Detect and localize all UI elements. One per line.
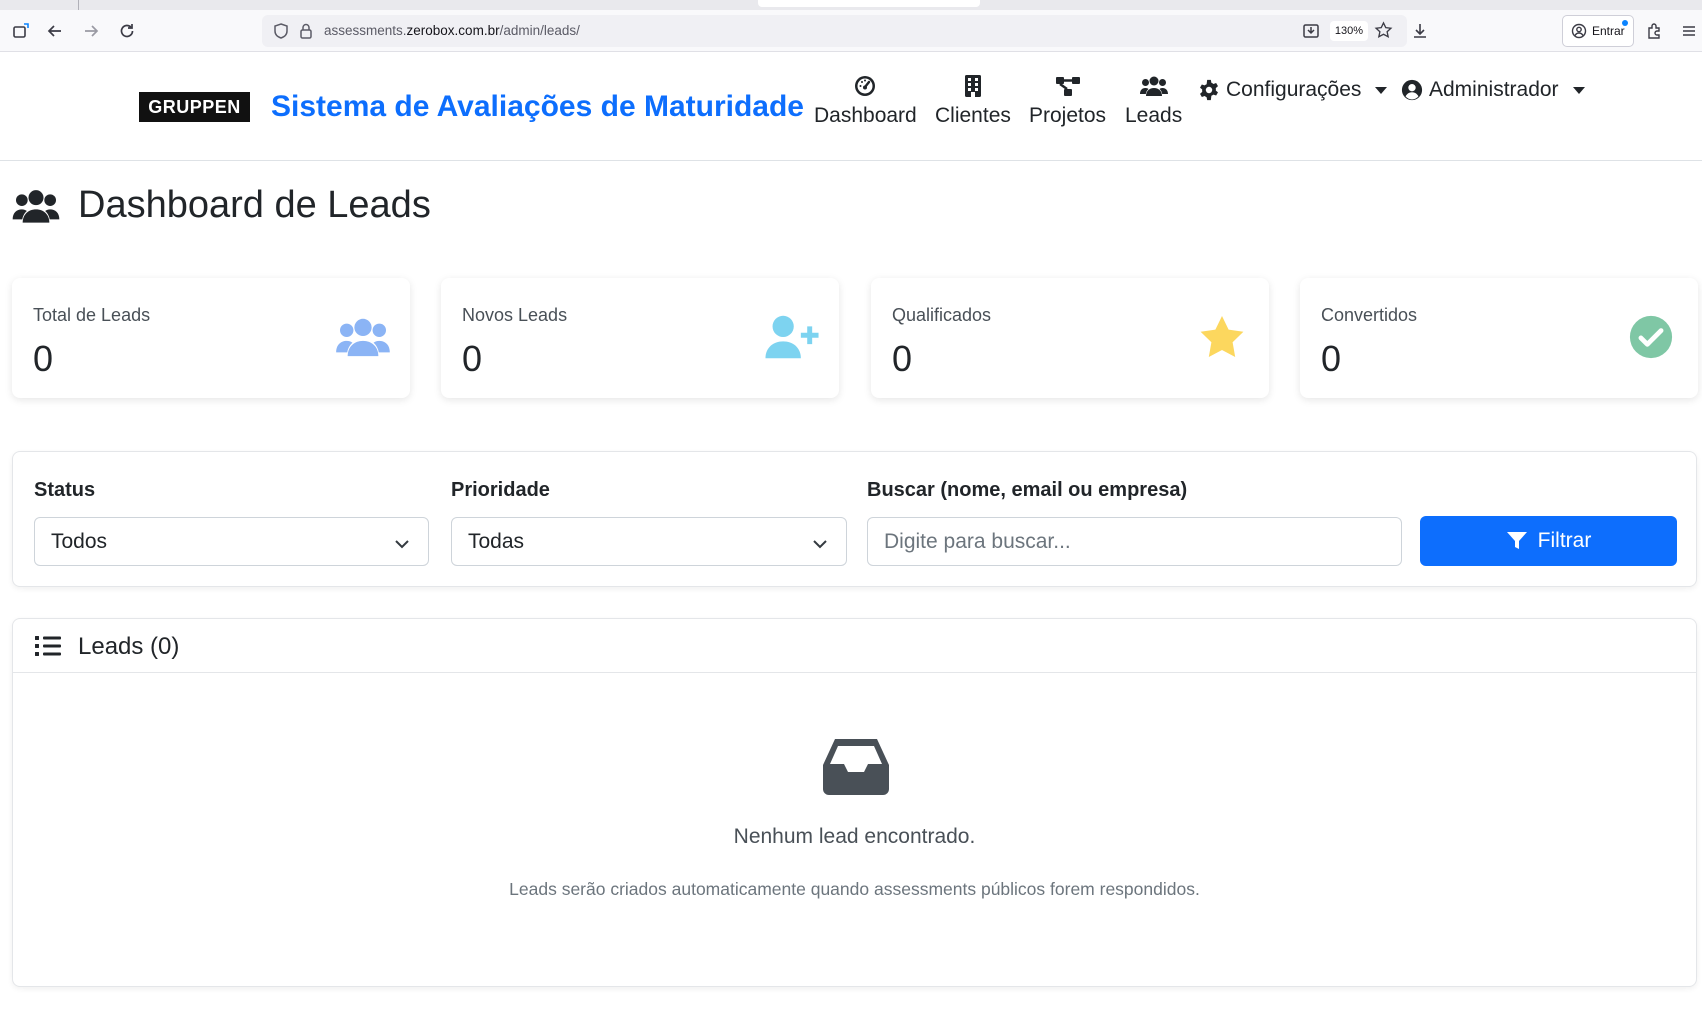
star-icon bbox=[1195, 312, 1249, 362]
inbox-icon bbox=[823, 737, 889, 800]
empty-state-title: Nenhum lead encontrado. bbox=[733, 825, 976, 848]
settings-label: Configurações bbox=[1226, 78, 1362, 101]
back-icon[interactable] bbox=[42, 18, 68, 44]
forward-icon[interactable] bbox=[78, 18, 104, 44]
app-navbar: GRUPPEN Sistema de Avaliações de Maturid… bbox=[0, 52, 1702, 161]
signin-label: Entrar bbox=[1592, 24, 1625, 38]
account-icon bbox=[1571, 23, 1587, 39]
stat-label: Novos Leads bbox=[462, 305, 568, 325]
menu-icon[interactable] bbox=[1676, 18, 1702, 44]
search-label: Buscar (nome, email ou empresa) bbox=[867, 479, 1188, 501]
leads-card-header: Leads (0) bbox=[13, 619, 1696, 673]
chevron-down-icon bbox=[1375, 86, 1388, 94]
chevron-down-icon bbox=[394, 534, 410, 558]
save-page-icon[interactable] bbox=[1302, 22, 1320, 45]
priority-select[interactable]: Todas bbox=[451, 517, 847, 566]
filter-icon bbox=[1506, 532, 1527, 549]
status-label: Status bbox=[34, 479, 96, 501]
stat-value: 0 bbox=[33, 338, 54, 379]
empty-state-subtitle: Leads serão criados automaticamente quan… bbox=[509, 879, 1200, 899]
tab-separator bbox=[78, 0, 79, 10]
filter-button[interactable]: Filtrar bbox=[1420, 516, 1677, 566]
downloads-icon[interactable] bbox=[1407, 18, 1433, 44]
nav-item-dashboard[interactable]: Dashboard bbox=[814, 72, 917, 128]
stat-card-novos: Novos Leads 0 bbox=[441, 278, 839, 398]
stat-value: 0 bbox=[892, 338, 913, 379]
brand-logo[interactable]: GRUPPEN bbox=[139, 92, 250, 122]
user-plus-icon bbox=[765, 312, 819, 362]
signin-button[interactable]: Entrar bbox=[1562, 15, 1634, 47]
browser-toolbar: assessments.zerobox.com.br/admin/leads/ … bbox=[0, 10, 1702, 52]
browser-tab-strip bbox=[0, 0, 1702, 10]
stat-card-convertidos: Convertidos 0 bbox=[1300, 278, 1698, 398]
address-bar[interactable]: assessments.zerobox.com.br/admin/leads/ … bbox=[262, 15, 1407, 47]
stat-card-total: Total de Leads 0 bbox=[12, 278, 410, 398]
building-icon bbox=[964, 72, 982, 100]
filter-button-label: Filtrar bbox=[1537, 529, 1592, 552]
stat-label: Qualificados bbox=[892, 305, 992, 325]
extensions-icon[interactable] bbox=[1641, 18, 1667, 44]
nav-item-leads[interactable]: Leads bbox=[1125, 72, 1182, 128]
nav-label-dashboard: Dashboard bbox=[814, 104, 917, 127]
url-text[interactable]: assessments.zerobox.com.br/admin/leads/ bbox=[324, 23, 580, 38]
active-browser-tab[interactable] bbox=[758, 0, 980, 7]
check-circle-icon bbox=[1624, 312, 1678, 362]
bookmark-star-icon[interactable] bbox=[1374, 21, 1393, 45]
status-select-value: Todos bbox=[51, 529, 108, 553]
gear-icon bbox=[1200, 79, 1218, 101]
chevron-down-icon bbox=[812, 534, 828, 558]
stat-label: Convertidos bbox=[1321, 305, 1418, 325]
brand-title[interactable]: Sistema de Avaliações de Maturidade bbox=[271, 90, 804, 124]
nav-item-projetos[interactable]: Projetos bbox=[1029, 72, 1106, 128]
page-title: Dashboard de Leads bbox=[78, 184, 431, 226]
user-dropdown[interactable]: Administrador bbox=[1401, 78, 1585, 102]
user-circle-icon bbox=[1401, 79, 1423, 101]
stat-card-qualificados: Qualificados 0 bbox=[871, 278, 1269, 398]
leads-card: Leads (0) Nenhum lead encontrado. Leads … bbox=[12, 618, 1697, 987]
nav-label-clientes: Clientes bbox=[935, 104, 1011, 127]
zoom-level-badge[interactable]: 130% bbox=[1330, 21, 1368, 41]
chevron-down-icon bbox=[1572, 86, 1585, 94]
list-icon bbox=[35, 635, 61, 662]
status-select[interactable]: Todos bbox=[34, 517, 429, 566]
search-input[interactable] bbox=[867, 517, 1402, 566]
stat-value: 0 bbox=[462, 338, 483, 379]
settings-dropdown[interactable]: Configurações bbox=[1198, 78, 1388, 102]
user-label: Administrador bbox=[1429, 78, 1559, 101]
users-icon bbox=[12, 186, 60, 231]
users-icon bbox=[336, 312, 390, 362]
tab-manager-icon[interactable] bbox=[8, 18, 34, 44]
leads-title: Leads (0) bbox=[78, 633, 180, 660]
gauge-icon bbox=[853, 72, 877, 100]
stat-value: 0 bbox=[1321, 338, 1342, 379]
reload-icon[interactable] bbox=[114, 18, 140, 44]
filter-card: Status Todos Prioridade Todas Buscar (no… bbox=[12, 451, 1697, 587]
project-diagram-icon bbox=[1055, 72, 1081, 100]
nav-item-clientes[interactable]: Clientes bbox=[935, 72, 1011, 128]
notification-dot bbox=[1622, 20, 1628, 26]
nav-label-leads: Leads bbox=[1125, 104, 1183, 127]
priority-select-value: Todas bbox=[468, 529, 525, 553]
shield-icon[interactable] bbox=[272, 22, 290, 45]
users-icon bbox=[1139, 72, 1168, 100]
nav-label-projetos: Projetos bbox=[1029, 104, 1107, 127]
stat-label: Total de Leads bbox=[33, 305, 151, 325]
priority-label: Prioridade bbox=[451, 479, 550, 501]
lock-icon[interactable] bbox=[298, 22, 314, 45]
